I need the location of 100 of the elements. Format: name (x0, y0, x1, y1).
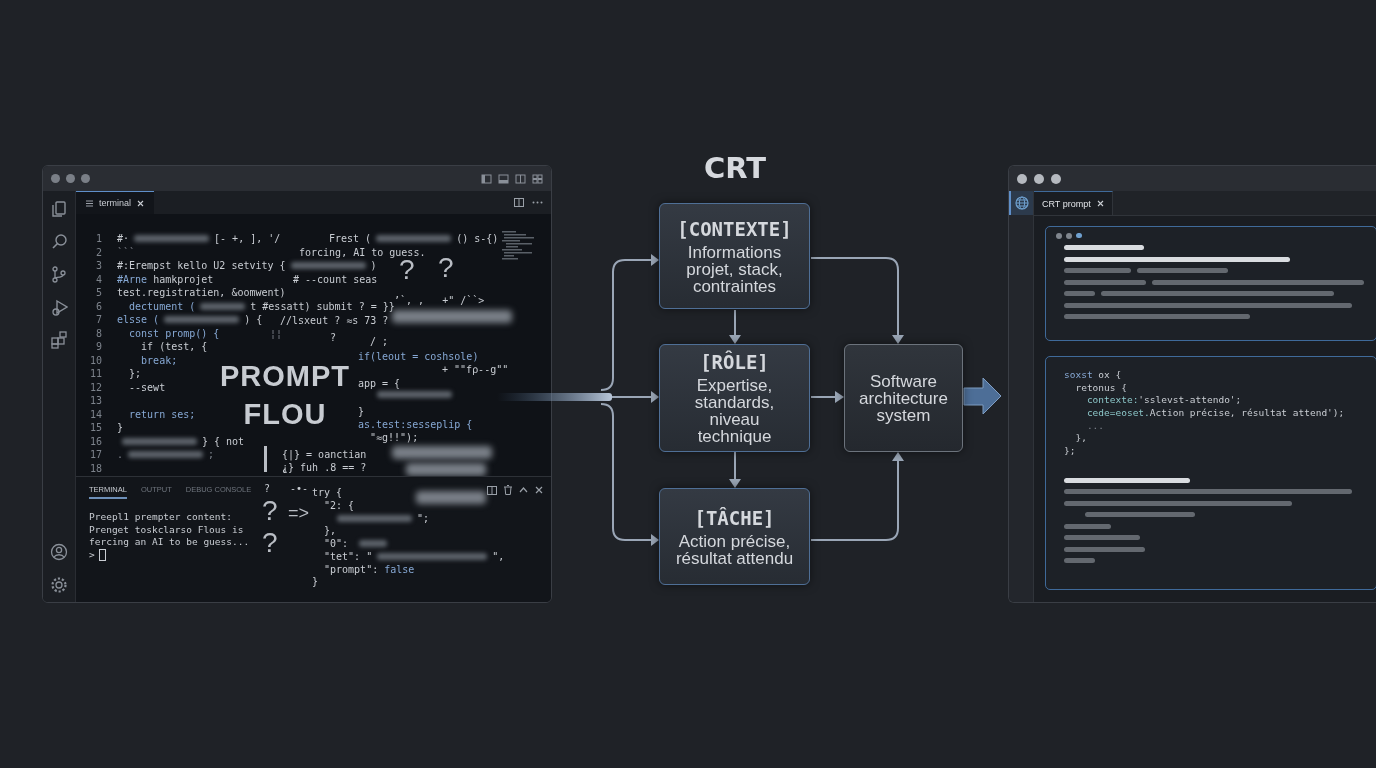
blurred-text (416, 491, 486, 504)
code-text: }; (128, 367, 142, 381)
blurred-text (359, 540, 388, 547)
code-text: elsse ( (117, 313, 160, 327)
code-text: ⸘} fuh .8 == ? (282, 461, 367, 474)
line-number: 16 (88, 434, 103, 448)
code-text: ``` (117, 245, 136, 259)
code-text: {|} = oanctian (282, 448, 367, 461)
code-text: ) (370, 259, 377, 273)
code-text: retonus { (1074, 381, 1127, 395)
terminal-cursor (98, 548, 106, 561)
split-icon[interactable] (487, 485, 497, 495)
code-text: + ""f⍴--g"" (442, 363, 509, 376)
line-number: 1 (94, 232, 103, 246)
trash-icon[interactable] (504, 485, 512, 495)
line-number: 5 (94, 286, 103, 300)
line-number: 12 (88, 380, 103, 394)
window-control-dot[interactable] (1034, 173, 1044, 184)
code-symbol: ? (262, 497, 278, 525)
code-symbol: => (288, 504, 310, 522)
node-text: Software architecture system (858, 372, 949, 424)
layout-icon[interactable] (498, 173, 509, 184)
code-text: dectument ( (128, 299, 196, 313)
code-symbol: ? (262, 529, 278, 557)
node-heading: [TÂCHE] (694, 506, 775, 529)
node-text: Action précise, résultat attendu (675, 532, 794, 567)
layout-icon[interactable] (481, 173, 492, 184)
split-icon[interactable] (514, 198, 524, 207)
menu-icon (86, 199, 93, 207)
files-icon[interactable] (50, 199, 68, 217)
code-text: break; (140, 353, 178, 367)
editor-tab[interactable]: CRT prompt (1034, 191, 1113, 215)
code-text: ? (330, 331, 337, 344)
code-text: "prompt": false (324, 563, 415, 576)
line-number: 11 (88, 367, 103, 381)
diagram-title: CRT (702, 150, 768, 186)
line-number: 8 (94, 326, 103, 340)
code-text: #:Erempst kello U2 setvity { (117, 259, 286, 273)
code-text: } { not (202, 434, 245, 448)
window-control-dot[interactable] (81, 174, 90, 183)
code-text: //lsxeut ? ≈s 73 ? (280, 314, 389, 327)
code-text: contexte:'sslevst-attendo'; (1085, 394, 1242, 408)
code-text: Frest ( (329, 232, 372, 245)
code-text: as.test:sesseplip { (358, 418, 473, 431)
line-number: 18 (88, 461, 103, 475)
close-icon[interactable] (137, 199, 144, 207)
account-icon[interactable] (50, 543, 68, 561)
line-number: 17 (88, 448, 103, 462)
extensions-icon[interactable] (50, 331, 68, 349)
window-control-dot[interactable] (1017, 173, 1027, 184)
code-text: if (test, { (140, 340, 208, 354)
node-text: Informations projet, stack, contraintes (685, 243, 784, 295)
globe-button[interactable] (1009, 191, 1033, 215)
code-text: . (117, 448, 124, 462)
code-text: / ; (370, 335, 389, 348)
code-text: } (312, 575, 319, 588)
code-text: "; (417, 512, 430, 525)
line-number: 10 (88, 353, 103, 367)
headline: PROMPT FLOU (218, 359, 352, 432)
question-mark: ? (399, 256, 415, 284)
code-text: app = { (358, 377, 401, 390)
layout-icon[interactable] (532, 173, 543, 184)
node-heading: [RÔLE] (700, 351, 769, 373)
code-text: cede=eoset.Action précise, résultat attend'); (1085, 407, 1345, 420)
code-text: ? (264, 482, 271, 495)
connector-arrow (729, 309, 741, 344)
code-text: try { (312, 486, 343, 499)
chevron-up-icon[interactable] (519, 487, 528, 493)
layout-icon[interactable] (515, 173, 526, 184)
code-text: test.registratien, &oomwent) (117, 286, 286, 300)
line-number: 6 (94, 299, 103, 313)
branch-icon[interactable] (50, 265, 68, 283)
window-control-dot[interactable] (1051, 173, 1061, 184)
line-number: 4 (94, 272, 103, 286)
close-icon[interactable] (535, 486, 543, 494)
window-control-dot[interactable] (51, 174, 60, 183)
editor-tab[interactable]: terminal (76, 191, 154, 214)
code-text: ", (492, 550, 505, 563)
globe-icon (1015, 196, 1029, 210)
run-icon[interactable] (50, 298, 68, 316)
line-number: 9 (94, 340, 103, 354)
code-text: }, (1074, 432, 1087, 446)
line-number: 15 (88, 421, 103, 435)
search-icon[interactable] (50, 232, 68, 250)
line-number: 7 (94, 313, 103, 327)
close-icon[interactable] (1096, 200, 1104, 207)
code-text: ; (208, 448, 215, 462)
code-text: #Arne hamkprojet (117, 272, 214, 286)
code-text: #· (117, 232, 130, 246)
code-text: () s-{) (456, 232, 499, 245)
text-cursor-bar (264, 446, 267, 472)
terminal-text: fercing an AI to be guess... (89, 536, 250, 549)
code-text: }, (324, 524, 337, 537)
code-text: "0": (324, 537, 350, 550)
node-text: Expertise, standards, niveau technique (693, 377, 776, 445)
settings-icon[interactable] (50, 576, 68, 594)
window-control-dot[interactable] (66, 174, 75, 183)
code-text: "2: { (324, 499, 355, 512)
line-number: 3 (94, 259, 103, 273)
more-icon[interactable] (532, 201, 543, 204)
